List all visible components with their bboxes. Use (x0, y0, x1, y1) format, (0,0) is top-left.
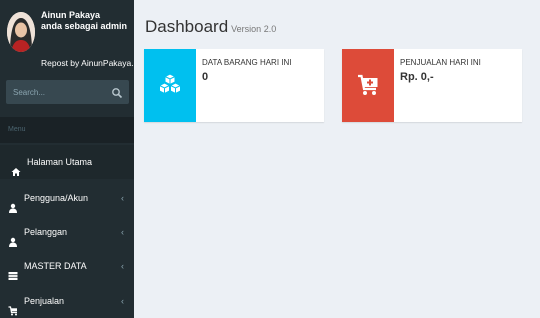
cart-icon (8, 296, 18, 316)
sidebar-item-master-data[interactable]: MASTER DATA ‹ (0, 249, 134, 283)
chevron-left-icon: ‹ (121, 261, 124, 271)
user-icon (8, 193, 18, 213)
page-title-text: Dashboard (145, 17, 229, 36)
sidebar-item-label: MASTER DATA (24, 261, 87, 271)
user-name: Ainun Pakaya (41, 10, 101, 20)
info-box-icon-aqua (144, 49, 196, 122)
sidebar-item-pengguna-akun[interactable]: Pengguna/Akun ‹ (0, 181, 134, 215)
chevron-left-icon: ‹ (121, 296, 124, 306)
user-panel: Ainun Pakaya anda sebagai admin Repost b… (0, 0, 134, 80)
sidebar-item-label: Pelanggan (24, 227, 68, 237)
menu-header: Menu (0, 117, 134, 143)
sidebar-item-penjualan[interactable]: Penjualan ‹ (0, 284, 134, 318)
home-icon (11, 157, 21, 176)
content-area: Dashboard Version 2.0 DATA BARANG HARI I… (134, 0, 540, 318)
info-box-label: DATA BARANG HARI INI (202, 58, 292, 67)
search-icon[interactable] (111, 86, 123, 99)
cart-plus-icon (358, 74, 378, 95)
user-icon (8, 227, 18, 247)
search-input[interactable] (6, 80, 106, 104)
sidebar-item-label: Penjualan (24, 296, 65, 306)
info-box-icon-red (342, 49, 394, 122)
info-box-value: Rp. 0,- (400, 71, 434, 83)
sidebar-item-pelanggan[interactable]: Pelanggan ‹ (0, 215, 134, 249)
repost-text: Repost by AinunPakaya.c (41, 58, 134, 68)
info-box-penjualan: PENJUALAN HARI INI Rp. 0,- (342, 49, 522, 122)
info-box-value: 0 (202, 71, 209, 83)
avatar (7, 12, 35, 52)
page-subtitle: Version 2.0 (231, 24, 277, 34)
cubes-icon (159, 73, 181, 95)
page-title: Dashboard Version 2.0 (145, 17, 276, 37)
sidebar-search (6, 80, 129, 104)
sidebar-item-label: Pengguna/Akun (24, 193, 89, 203)
sidebar: Ainun Pakaya anda sebagai admin Repost b… (0, 0, 134, 318)
table-icon (8, 261, 18, 280)
sidebar-item-halaman-utama[interactable]: Halaman Utama (0, 145, 134, 179)
chevron-left-icon: ‹ (121, 227, 124, 237)
info-box-label: PENJUALAN HARI INI (400, 58, 481, 67)
app-frame: Ainun Pakaya anda sebagai admin Repost b… (0, 0, 540, 318)
user-role: anda sebagai admin (41, 21, 128, 31)
info-box-data-barang: DATA BARANG HARI INI 0 (144, 49, 324, 122)
chevron-left-icon: ‹ (121, 193, 124, 203)
sidebar-item-label: Halaman Utama (27, 157, 93, 167)
